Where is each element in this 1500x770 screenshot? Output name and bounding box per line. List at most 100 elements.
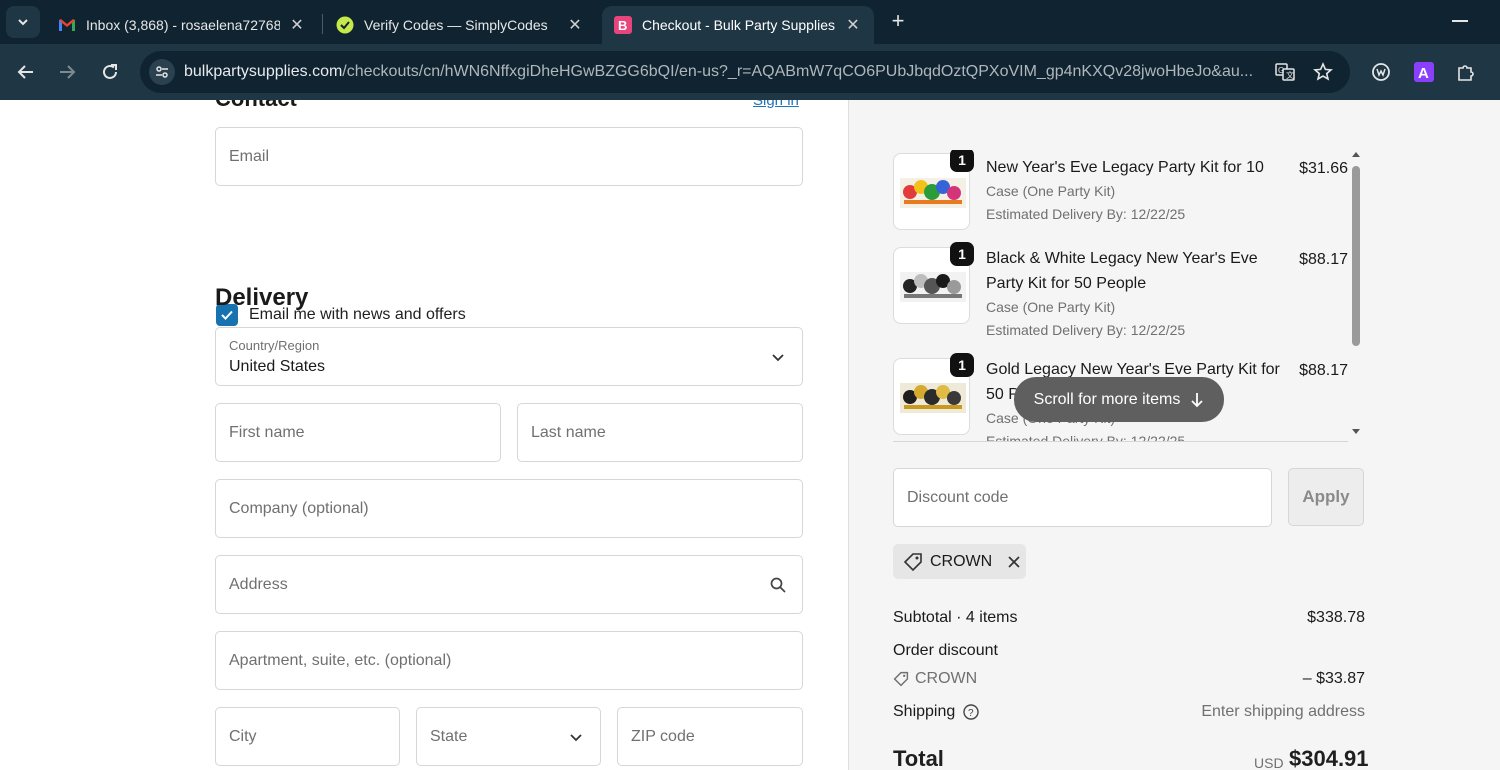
close-icon[interactable] (1007, 555, 1021, 569)
svg-text:B: B (618, 18, 627, 33)
tag-icon (893, 671, 909, 687)
arrow-down-icon (1191, 392, 1203, 407)
svg-text:A: A (1418, 65, 1429, 82)
contact-heading: Contact (215, 100, 297, 112)
scroll-more-label: Scroll for more items (1033, 390, 1181, 408)
chevron-down-icon (772, 353, 784, 361)
help-icon[interactable]: ? (963, 704, 979, 720)
site-info-button[interactable] (149, 59, 175, 85)
translate-icon: G文 (1275, 63, 1295, 81)
wappalyzer-icon (1372, 63, 1390, 81)
zip-field[interactable]: ZIP code (617, 707, 803, 766)
checkout-form: Contact Sign in Email Email me with news… (0, 100, 848, 770)
discount-code-field[interactable]: Discount code (893, 468, 1272, 527)
items-scrollbar[interactable] (1350, 150, 1362, 442)
state-select[interactable]: State (416, 707, 601, 766)
a-extension-button[interactable]: A (1412, 60, 1436, 84)
total-label: Total (893, 746, 944, 770)
last-name-placeholder: Last name (531, 423, 606, 441)
checkout-page: Contact Sign in Email Email me with news… (0, 100, 1500, 770)
product-variant: Case (One Party Kit) (986, 299, 1116, 315)
gmail-icon (59, 19, 75, 31)
close-icon[interactable]: ✕ (566, 15, 584, 35)
bulkparty-icon: B (614, 16, 632, 34)
apply-discount-button[interactable]: Apply (1288, 468, 1364, 526)
tab-search-button[interactable] (6, 6, 40, 38)
product-price: $88.17 (1299, 362, 1348, 379)
scroll-up-icon[interactable] (1351, 150, 1361, 158)
product-delivery-date: Estimated Delivery By: 12/22/25 (986, 322, 1186, 338)
discount-value: – $33.87 (1302, 670, 1365, 687)
browser-toolbar: bulkpartysupplies.com/checkouts/cn/hWN6N… (0, 44, 1500, 100)
address-field[interactable]: Address (215, 555, 803, 614)
scrollbar-thumb[interactable] (1352, 166, 1360, 346)
close-icon[interactable]: ✕ (288, 15, 306, 35)
subtotal-label: Subtotal · 4 items (893, 609, 1018, 626)
sign-in-link[interactable]: Sign in (753, 100, 799, 109)
discount-placeholder: Discount code (907, 488, 1009, 506)
total-value: $304.91 (1289, 746, 1369, 770)
first-name-field[interactable]: First name (215, 403, 501, 462)
company-placeholder: Company (optional) (229, 499, 369, 517)
translate-button[interactable]: G文 (1274, 61, 1296, 83)
address-placeholder: Address (229, 575, 288, 593)
a-extension-icon: A (1414, 62, 1434, 82)
simplycodes-icon (336, 16, 354, 34)
minimize-button[interactable] (1452, 20, 1468, 22)
tab-simplycodes[interactable]: Verify Codes — SimplyCodes ✕ (324, 6, 596, 44)
extensions-button[interactable] (1454, 60, 1478, 84)
reload-button[interactable] (96, 58, 124, 86)
star-icon (1313, 62, 1333, 81)
browser-tab-bar: Inbox (3,868) - rosaelena72768@ ✕ Verify… (0, 0, 1500, 44)
new-tab-button[interactable]: + (886, 10, 910, 34)
line-item: 1 Black & White Legacy New Year's Eve Pa… (893, 242, 1348, 356)
chevron-down-icon (570, 733, 582, 741)
delivery-heading: Delivery (215, 284, 309, 311)
tab-gmail[interactable]: Inbox (3,868) - rosaelena72768@ ✕ (46, 6, 318, 44)
bookmark-button[interactable] (1312, 61, 1334, 83)
company-field[interactable]: Company (optional) (215, 479, 803, 538)
arrow-right-icon (60, 65, 76, 79)
quantity-badge: 1 (950, 242, 974, 266)
url-text: bulkpartysupplies.com/checkouts/cn/hWN6N… (184, 63, 1264, 81)
country-select[interactable]: Country/Region United States (215, 327, 803, 386)
city-field[interactable]: City (215, 707, 400, 766)
scroll-down-icon[interactable] (1351, 428, 1361, 436)
product-name: New Year's Eve Legacy Party Kit for 10 (986, 159, 1264, 176)
svg-text:?: ? (968, 708, 974, 719)
quantity-badge: 1 (950, 150, 974, 172)
apartment-field[interactable]: Apartment, suite, etc. (optional) (215, 631, 803, 690)
country-label: Country/Region (229, 338, 320, 353)
total-currency: USD (1254, 755, 1284, 770)
scroll-more-items-button[interactable]: Scroll for more items (1014, 377, 1224, 422)
tab-title: Verify Codes — SimplyCodes (364, 17, 548, 33)
back-button[interactable] (12, 58, 40, 86)
discount-code-label: CROWN (915, 670, 978, 687)
tune-icon (156, 66, 168, 78)
search-icon[interactable] (770, 577, 786, 593)
country-value: United States (229, 358, 326, 375)
email-field[interactable]: Email (215, 127, 803, 186)
tab-checkout[interactable]: B Checkout - Bulk Party Supplies ✕ (602, 6, 874, 44)
close-icon[interactable]: ✕ (844, 15, 862, 35)
wappalyzer-extension-button[interactable] (1369, 60, 1393, 84)
product-price: $31.66 (1299, 160, 1348, 177)
email-placeholder: Email (229, 147, 270, 165)
subtotal-value: $338.78 (1307, 609, 1365, 626)
product-delivery-date: Estimated Delivery By: 12/22/25 (986, 433, 1186, 442)
apartment-placeholder: Apartment, suite, etc. (optional) (229, 651, 452, 669)
url-host: bulkpartysupplies.com (184, 63, 343, 80)
tab-divider (322, 14, 323, 34)
url-path: /checkouts/cn/hWN6NffxgiDheHGwBZGG6bQI/e… (342, 63, 1254, 80)
last-name-field[interactable]: Last name (517, 403, 803, 462)
shipping-label: Shipping (893, 703, 956, 720)
chevron-down-icon (18, 19, 28, 26)
address-bar[interactable]: bulkpartysupplies.com/checkouts/cn/hWN6N… (140, 51, 1350, 93)
state-placeholder: State (430, 727, 468, 745)
product-variant: Case (One Party Kit) (986, 183, 1116, 199)
product-delivery-date: Estimated Delivery By: 12/22/25 (986, 206, 1186, 222)
arrow-left-icon (17, 65, 33, 79)
applied-discount-code: CROWN (930, 552, 993, 570)
svg-text:G: G (1278, 66, 1284, 75)
forward-button[interactable] (53, 58, 81, 86)
